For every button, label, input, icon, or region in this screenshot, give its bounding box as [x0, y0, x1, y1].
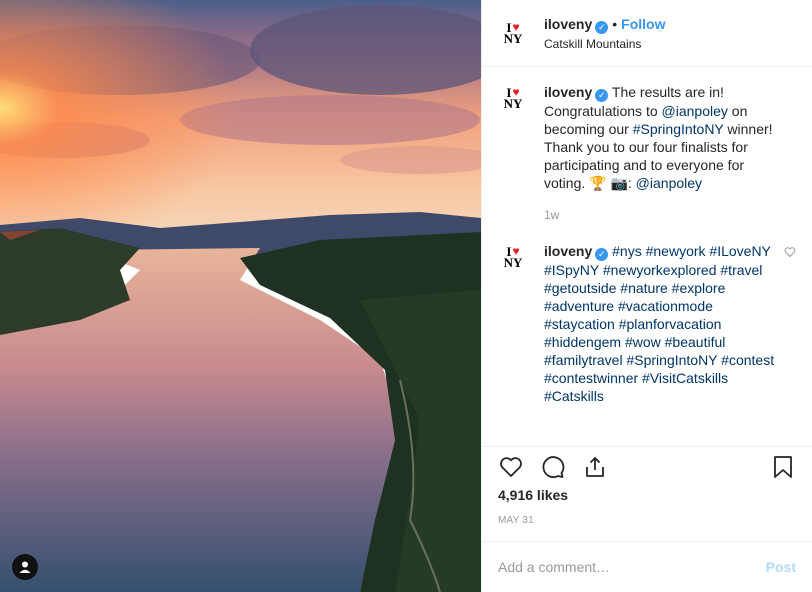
avatar[interactable]: I ♥ NY	[498, 242, 528, 272]
comment-like-icon[interactable]	[784, 246, 796, 261]
heart-icon[interactable]	[498, 454, 524, 480]
hashtag-comment: I ♥ NY iloveny ✓ #nys #newyork #ILoveNY #I…	[498, 242, 796, 405]
caption-comment: I ♥ NY iloveny ✓ The results are in! Congr…	[498, 83, 796, 224]
hashtags-text[interactable]: #nys #newyork #ILoveNY #ISpyNY #newyorke…	[544, 243, 774, 404]
separator-dot: •	[612, 15, 618, 32]
comment-username[interactable]: iloveny	[544, 84, 592, 100]
follow-button[interactable]: Follow	[621, 16, 665, 32]
avatar[interactable]: I ♥ NY	[498, 18, 528, 48]
post-header: I ♥ NY iloveny ✓ • Follow Catskill Mountains	[482, 0, 812, 67]
action-bar	[482, 447, 812, 487]
post-date[interactable]: MAY 31	[482, 515, 812, 541]
comment-input[interactable]: Add a comment…	[498, 559, 766, 575]
bookmark-icon[interactable]	[770, 454, 796, 480]
mention-link[interactable]: @ianpoley	[636, 175, 702, 191]
post-dialog: I ♥ NY iloveny ✓ • Follow Catskill Mountains…	[0, 0, 812, 592]
location-link[interactable]: Catskill Mountains	[544, 37, 665, 51]
share-icon[interactable]	[582, 454, 608, 480]
post-sidebar: I ♥ NY iloveny ✓ • Follow Catskill Mountains…	[481, 0, 812, 592]
comment-icon[interactable]	[540, 454, 566, 480]
user-tag-icon[interactable]	[12, 554, 38, 580]
comment-username[interactable]: iloveny	[544, 243, 592, 259]
hashtag-link[interactable]: #SpringIntoNY	[633, 121, 724, 137]
verified-badge-icon: ✓	[595, 89, 609, 102]
verified-badge-icon: ✓	[595, 248, 609, 261]
logo-ny: NY	[503, 31, 523, 46]
comment-timestamp[interactable]: 1w	[544, 206, 776, 224]
comments-list: I ♥ NY iloveny ✓ The results are in! Congr…	[482, 67, 812, 447]
landscape-image	[0, 0, 481, 592]
post-photo[interactable]	[0, 0, 481, 592]
likes-count[interactable]: 4,916 likes	[482, 487, 812, 507]
header-username[interactable]: iloveny	[544, 16, 592, 32]
verified-badge-icon: ✓	[595, 20, 609, 34]
mention-link[interactable]: @ianpoley	[662, 103, 728, 119]
logo-ny: NY	[503, 96, 523, 111]
add-comment-bar: Add a comment… Post	[482, 541, 812, 592]
logo-ny: NY	[503, 255, 523, 270]
avatar[interactable]: I ♥ NY	[498, 83, 528, 113]
post-button[interactable]: Post	[766, 559, 796, 575]
